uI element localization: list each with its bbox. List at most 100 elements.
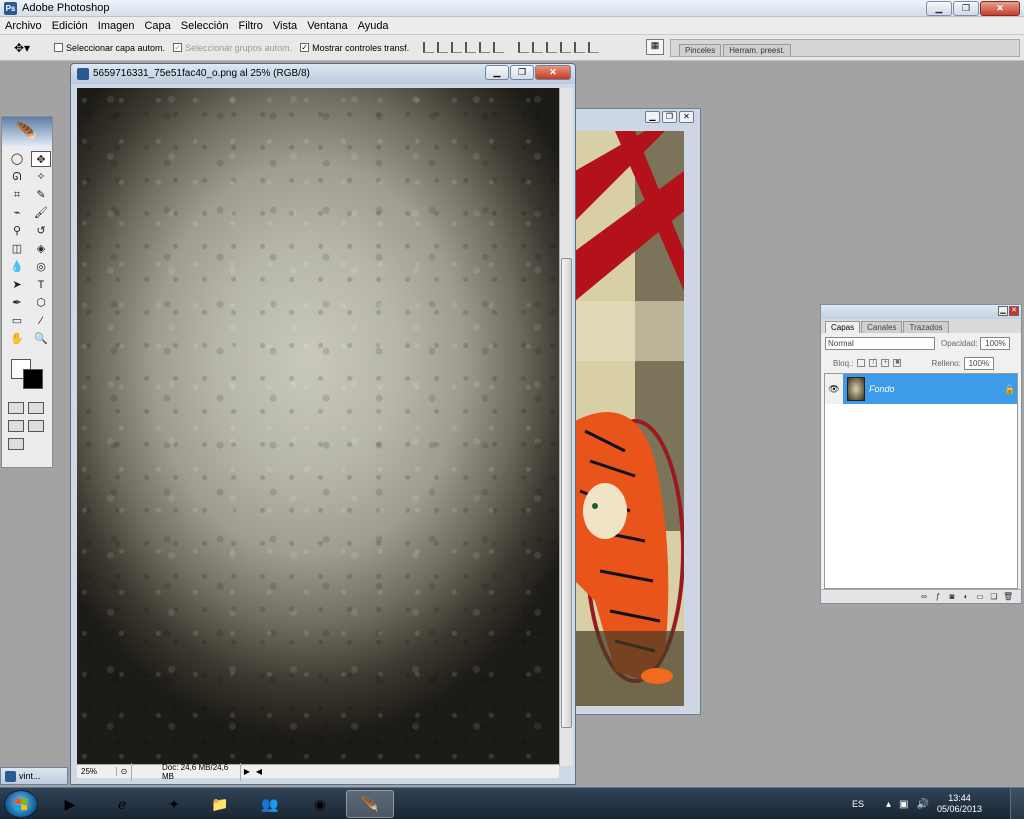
media-player-icon[interactable]: ▶ xyxy=(46,790,94,818)
panel-close-button[interactable]: ✕ xyxy=(1009,306,1019,316)
standard-mode-icon[interactable] xyxy=(8,402,24,414)
network-icon[interactable]: ▣ xyxy=(899,799,908,810)
dodge-tool-icon[interactable]: ◎ xyxy=(31,259,51,275)
menu-seleccion[interactable]: Selección xyxy=(176,20,234,32)
screen-mode-standard-icon[interactable] xyxy=(8,420,24,432)
path-selection-tool-icon[interactable]: ➤ xyxy=(7,277,27,293)
screen-mode-full-icon[interactable] xyxy=(28,420,44,432)
align-bottom-icon[interactable] xyxy=(451,42,463,53)
tab-herram-preest[interactable]: Herram. preest. xyxy=(723,44,791,56)
zoom-tool-icon[interactable]: 🔍 xyxy=(31,331,51,347)
imageready-icon[interactable] xyxy=(8,438,24,450)
menu-archivo[interactable]: Archivo xyxy=(0,20,47,32)
show-transform-checkbox[interactable]: ✓ Mostrar controles transf. xyxy=(300,43,409,53)
blend-mode-select[interactable]: Normal xyxy=(825,336,935,350)
zoom-level-field[interactable]: 25% xyxy=(77,767,117,776)
adjustment-layer-icon[interactable]: ◐ xyxy=(961,592,971,601)
blur-tool-icon[interactable]: 💧 xyxy=(7,259,27,275)
close-button[interactable]: ✕ xyxy=(535,65,571,80)
clock[interactable]: 13:44 05/06/2013 xyxy=(937,793,982,815)
lock-transparency-icon[interactable] xyxy=(857,359,866,367)
image-canvas[interactable] xyxy=(77,88,559,766)
close-button[interactable]: ✕ xyxy=(980,1,1020,16)
restore-button[interactable]: ❐ xyxy=(510,65,534,80)
menu-edicion[interactable]: Edición xyxy=(47,20,93,32)
slice-tool-icon[interactable]: ✎ xyxy=(31,187,51,203)
magic-wand-tool-icon[interactable]: ✧ xyxy=(31,169,51,185)
move-tool-icon[interactable]: ✥ xyxy=(31,151,51,167)
notes-tool-icon[interactable]: ▭ xyxy=(7,313,27,329)
auto-select-layer-checkbox[interactable]: Seleccionar capa autom. xyxy=(54,43,165,53)
messenger-icon[interactable]: 👥 xyxy=(246,790,294,818)
vertical-scrollbar[interactable] xyxy=(559,88,573,766)
visibility-eye-icon[interactable]: 👁 xyxy=(825,374,843,404)
document-title-bar[interactable]: 5659716331_75e51fac40_o.png al 25% (RGB/… xyxy=(71,64,575,84)
feather-logo-icon[interactable]: 🪶 xyxy=(2,117,52,147)
menu-imagen[interactable]: Imagen xyxy=(93,20,140,32)
distribute-bottom-icon[interactable] xyxy=(546,42,558,53)
new-group-icon[interactable]: ▭ xyxy=(975,592,985,601)
align-vcenter-icon[interactable] xyxy=(437,42,449,53)
restore-button[interactable]: ❐ xyxy=(662,111,677,123)
fill-input[interactable]: 100% xyxy=(963,356,994,370)
pen-tool-icon[interactable]: ✒ xyxy=(7,295,27,311)
scroll-left-arrow-icon[interactable]: ◀ xyxy=(253,767,265,776)
minimize-button[interactable]: ▁ xyxy=(485,65,509,80)
auto-select-groups-checkbox[interactable]: ✓ Seleccionar grupos autom. xyxy=(173,43,292,53)
zoom-preview-icon[interactable]: ⊙ xyxy=(117,767,131,776)
crop-tool-icon[interactable]: ⌗ xyxy=(7,187,27,203)
tray-arrow-icon[interactable]: ▴ xyxy=(886,799,891,810)
lock-position-icon[interactable]: + xyxy=(881,359,890,367)
checkbox-box[interactable] xyxy=(54,43,63,52)
photoshop-taskbar-icon[interactable]: 🪶 xyxy=(346,790,394,818)
marquee-tool-icon[interactable]: ◯ xyxy=(7,151,27,167)
start-button[interactable] xyxy=(4,790,38,818)
align-left-icon[interactable] xyxy=(465,42,477,53)
lock-all-icon[interactable]: ■ xyxy=(893,359,902,367)
type-tool-icon[interactable]: T xyxy=(31,277,51,293)
restore-button[interactable]: ❐ xyxy=(953,1,979,16)
menu-ventana[interactable]: Ventana xyxy=(302,20,352,32)
background-color-swatch[interactable] xyxy=(23,369,43,389)
opacity-input[interactable]: 100% xyxy=(980,336,1011,350)
distribute-right-icon[interactable] xyxy=(588,42,600,53)
status-menu-arrow-icon[interactable]: ▶ xyxy=(241,767,253,776)
clone-stamp-tool-icon[interactable]: ⚲ xyxy=(7,223,27,239)
hand-tool-icon[interactable]: ✋ xyxy=(7,331,27,347)
palette-well-icon[interactable]: ▦ xyxy=(646,39,664,55)
minimized-document[interactable]: vint... xyxy=(0,767,68,785)
delete-layer-icon[interactable]: 🗑 xyxy=(1003,592,1013,601)
layer-style-icon[interactable]: ƒ xyxy=(933,592,943,601)
lock-pixels-icon[interactable]: / xyxy=(869,359,878,367)
scrollbar-thumb[interactable] xyxy=(561,258,572,728)
healing-brush-tool-icon[interactable]: ⌁ xyxy=(7,205,27,221)
shape-tool-icon[interactable]: ⬡ xyxy=(31,295,51,311)
brush-tool-icon[interactable]: 🖌 xyxy=(31,205,51,221)
menu-ayuda[interactable]: Ayuda xyxy=(353,20,394,32)
checkbox-box[interactable]: ✓ xyxy=(300,43,310,52)
internet-explorer-icon[interactable]: ℯ xyxy=(98,790,146,818)
chrome-icon[interactable]: ◉ xyxy=(296,790,344,818)
menu-capa[interactable]: Capa xyxy=(139,20,175,32)
new-layer-icon[interactable]: ❏ xyxy=(989,592,999,601)
minimize-button[interactable]: ▁ xyxy=(926,1,952,16)
volume-icon[interactable]: 🔊 xyxy=(917,799,929,810)
distribute-left-icon[interactable] xyxy=(560,42,572,53)
tab-trazados[interactable]: Trazados xyxy=(903,321,949,333)
align-top-icon[interactable] xyxy=(423,42,435,53)
quick-mask-mode-icon[interactable] xyxy=(28,402,44,414)
menu-filtro[interactable]: Filtro xyxy=(233,20,267,32)
language-indicator[interactable]: ES xyxy=(852,799,864,809)
layer-row[interactable]: 👁 Fondo 🔒 xyxy=(825,374,1017,404)
tab-capas[interactable]: Capas xyxy=(825,321,861,333)
tab-pinceles[interactable]: Pinceles xyxy=(679,44,722,56)
align-right-icon[interactable] xyxy=(493,42,505,53)
eraser-tool-icon[interactable]: ◫ xyxy=(7,241,27,257)
lasso-tool-icon[interactable]: ᘏ xyxy=(7,169,27,185)
link-layers-icon[interactable]: ∞ xyxy=(919,592,929,601)
photo-app-icon[interactable]: ✦ xyxy=(150,790,198,818)
document-window[interactable]: 5659716331_75e51fac40_o.png al 25% (RGB/… xyxy=(70,63,576,785)
checkbox-box[interactable]: ✓ xyxy=(173,43,183,52)
align-hcenter-icon[interactable] xyxy=(479,42,491,53)
distribute-top-icon[interactable] xyxy=(518,42,530,53)
